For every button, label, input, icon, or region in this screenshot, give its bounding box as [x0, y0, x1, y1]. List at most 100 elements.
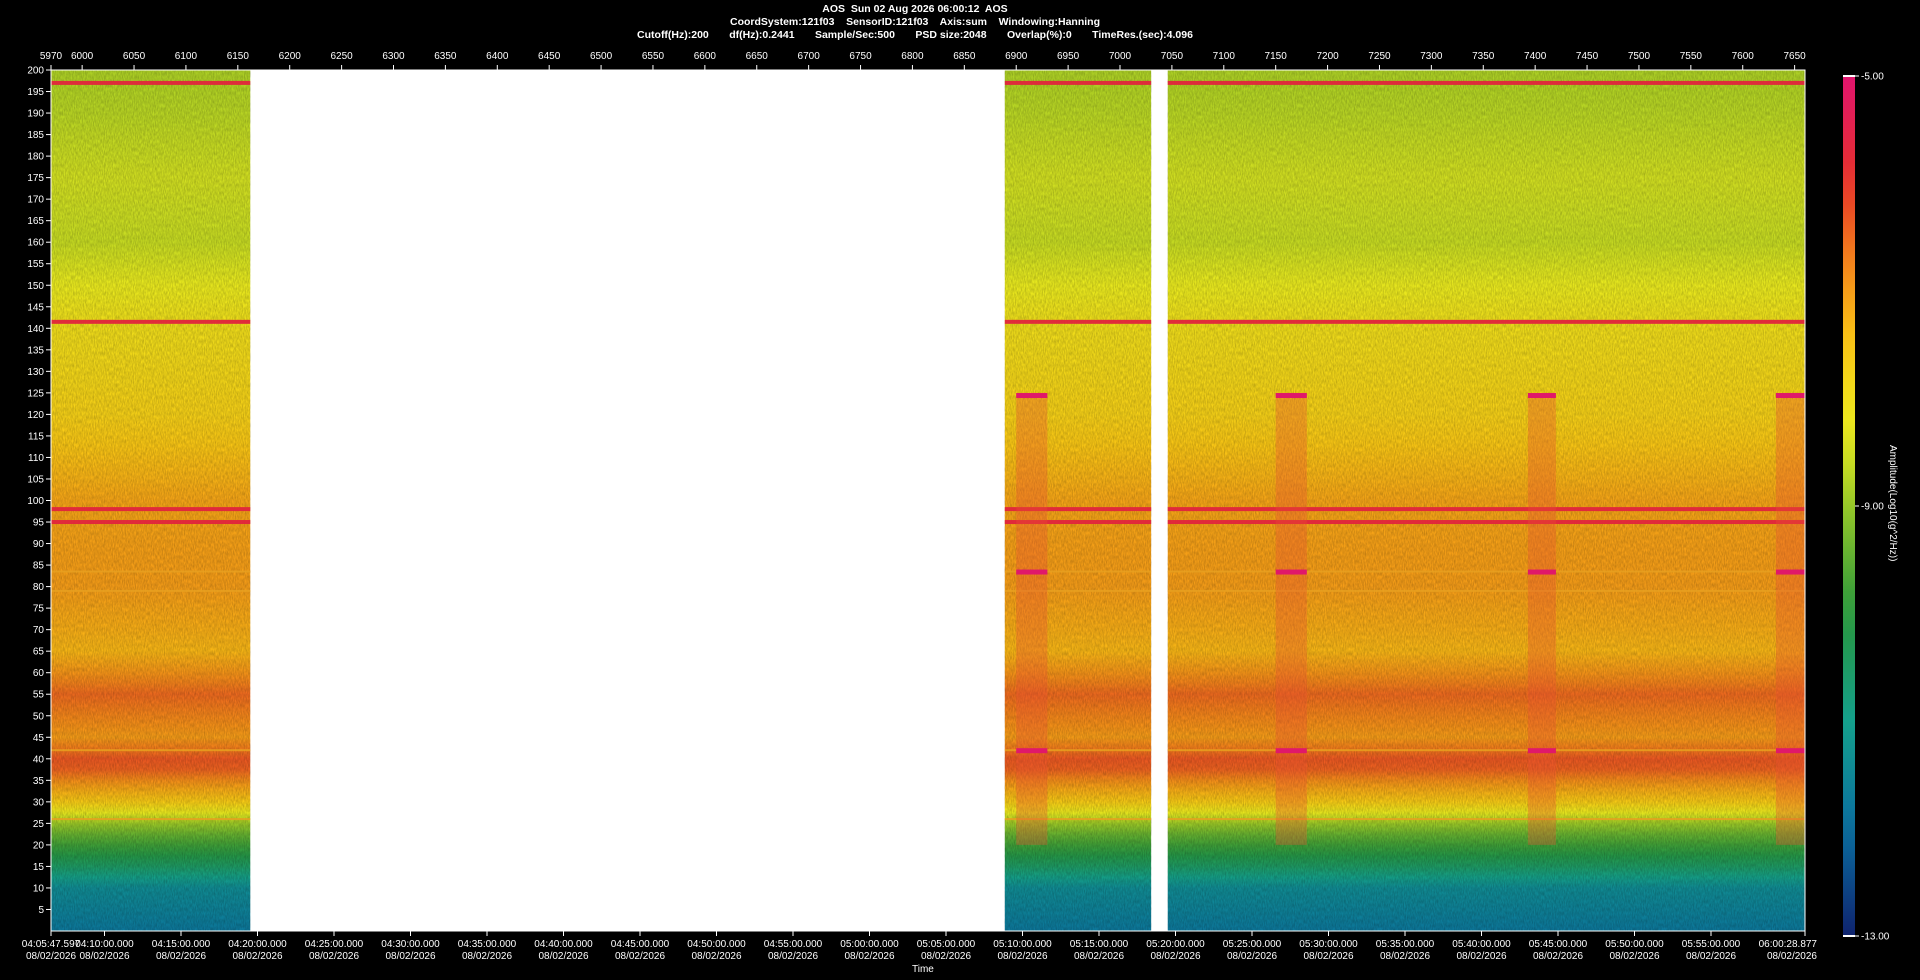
y-tick-label: 165	[27, 216, 44, 227]
y-tick-label: 190	[27, 109, 44, 120]
date-tick-label: 08/02/2026	[26, 951, 76, 962]
top-tick-label: 6350	[434, 51, 457, 62]
date-tick-label: 08/02/2026	[691, 951, 741, 962]
y-tick-label: 75	[33, 604, 45, 615]
spectral-line	[1167, 80, 1805, 85]
colorbar-tick-label: -9.00	[1861, 502, 1884, 513]
transient-line	[1016, 569, 1048, 575]
y-tick-label: 60	[33, 668, 45, 679]
spectral-line	[51, 749, 251, 752]
top-tick-label: 6550	[642, 51, 665, 62]
time-tick-label: 06:00:28.877	[1759, 939, 1818, 950]
transient-line	[1527, 393, 1556, 399]
top-tick-label: 7450	[1576, 51, 1599, 62]
y-tick-label: 70	[33, 625, 45, 636]
top-tick-label: 7500	[1628, 51, 1651, 62]
spectral-line	[1167, 319, 1805, 324]
y-tick-label: 50	[33, 711, 45, 722]
time-tick-label: 04:50:00.000	[687, 939, 746, 950]
time-tick-label: 05:35:00.000	[1376, 939, 1435, 950]
date-tick-label: 08/02/2026	[844, 951, 894, 962]
y-tick-label: 160	[27, 238, 44, 249]
time-tick-label: 05:15:00.000	[1070, 939, 1129, 950]
y-tick-label: 175	[27, 173, 44, 184]
y-tick-label: 135	[27, 345, 44, 356]
spectral-line	[51, 520, 251, 525]
y-tick-label: 85	[33, 561, 45, 572]
y-tick-label: 195	[27, 87, 44, 98]
top-tick-label: 6300	[382, 51, 405, 62]
y-tick-label: 90	[33, 539, 45, 550]
top-tick-label: 6750	[849, 51, 872, 62]
top-tick-label: 7250	[1368, 51, 1391, 62]
y-tick-label: 105	[27, 474, 44, 485]
time-tick-label: 05:50:00.000	[1605, 939, 1664, 950]
y-tick-label: 145	[27, 302, 44, 313]
top-tick-label: 6050	[123, 51, 146, 62]
top-tick-label: 6900	[1005, 51, 1028, 62]
spectral-line	[1167, 749, 1805, 752]
top-tick-label: 7150	[1265, 51, 1288, 62]
top-tick-label: 6400	[486, 51, 509, 62]
spectral-line	[51, 818, 251, 821]
transient-line	[1775, 569, 1805, 575]
date-tick-label: 08/02/2026	[156, 951, 206, 962]
time-tick-label: 04:40:00.000	[534, 939, 593, 950]
y-tick-label: 110	[28, 453, 44, 464]
date-tick-label: 08/02/2026	[385, 951, 435, 962]
spectral-line	[1167, 507, 1805, 512]
transient-line	[1016, 393, 1048, 399]
top-tick-label: 6950	[1057, 51, 1080, 62]
date-tick-label: 08/02/2026	[462, 951, 512, 962]
spectral-line	[1004, 319, 1152, 324]
spectral-line	[1167, 589, 1805, 592]
time-tick-label: 04:35:00.000	[458, 939, 517, 950]
time-tick-label: 04:55:00.000	[764, 939, 823, 950]
top-tick-label: 6100	[175, 51, 198, 62]
spectral-line	[51, 319, 251, 324]
colorbar-tick-label: -13.00	[1861, 932, 1890, 943]
top-tick-label: 7350	[1472, 51, 1495, 62]
date-tick-label: 08/02/2026	[1533, 951, 1583, 962]
transient-line	[1775, 393, 1805, 399]
time-tick-label: 05:20:00.000	[1146, 939, 1205, 950]
top-tick-label: 6450	[538, 51, 561, 62]
date-tick-label: 08/02/2026	[79, 951, 129, 962]
time-tick-label: 04:45:00.000	[611, 939, 670, 950]
y-tick-label: 125	[27, 388, 44, 399]
date-tick-label: 08/02/2026	[1686, 951, 1736, 962]
y-tick-label: 100	[27, 496, 44, 507]
y-tick-label: 115	[28, 431, 44, 442]
date-tick-label: 08/02/2026	[232, 951, 282, 962]
time-tick-label: 04:15:00.000	[152, 939, 211, 950]
segment-texture-0	[51, 70, 251, 931]
top-tick-label: 7050	[1161, 51, 1184, 62]
date-tick-label: 08/02/2026	[1456, 951, 1506, 962]
transient-line	[1527, 569, 1556, 575]
date-tick-label: 08/02/2026	[309, 951, 359, 962]
top-tick-label: 6250	[330, 51, 353, 62]
y-tick-label: 180	[27, 152, 44, 163]
x-axis-title: Time	[912, 964, 934, 975]
top-tick-label: 6850	[953, 51, 976, 62]
top-tick-label: 6150	[227, 51, 250, 62]
time-tick-label: 05:40:00.000	[1452, 939, 1511, 950]
y-tick-label: 5	[38, 905, 44, 916]
time-tick-label: 05:30:00.000	[1299, 939, 1358, 950]
top-tick-label: 6200	[279, 51, 302, 62]
transient-line	[1275, 748, 1307, 754]
top-tick-label: 7200	[1316, 51, 1339, 62]
y-tick-label: 20	[33, 840, 45, 851]
date-tick-label: 08/02/2026	[1303, 951, 1353, 962]
spectral-line	[1167, 570, 1805, 573]
spectral-line	[51, 507, 251, 512]
segment-texture-2	[1167, 70, 1805, 931]
top-tick-label: 6650	[746, 51, 769, 62]
y-tick-label: 95	[33, 518, 45, 529]
transient-line	[1275, 393, 1307, 399]
colorbar	[1843, 76, 1855, 936]
time-tick-label: 04:20:00.000	[228, 939, 287, 950]
top-tick-label: 7600	[1732, 51, 1755, 62]
spectral-line	[1167, 818, 1805, 821]
y-tick-label: 155	[27, 259, 44, 270]
